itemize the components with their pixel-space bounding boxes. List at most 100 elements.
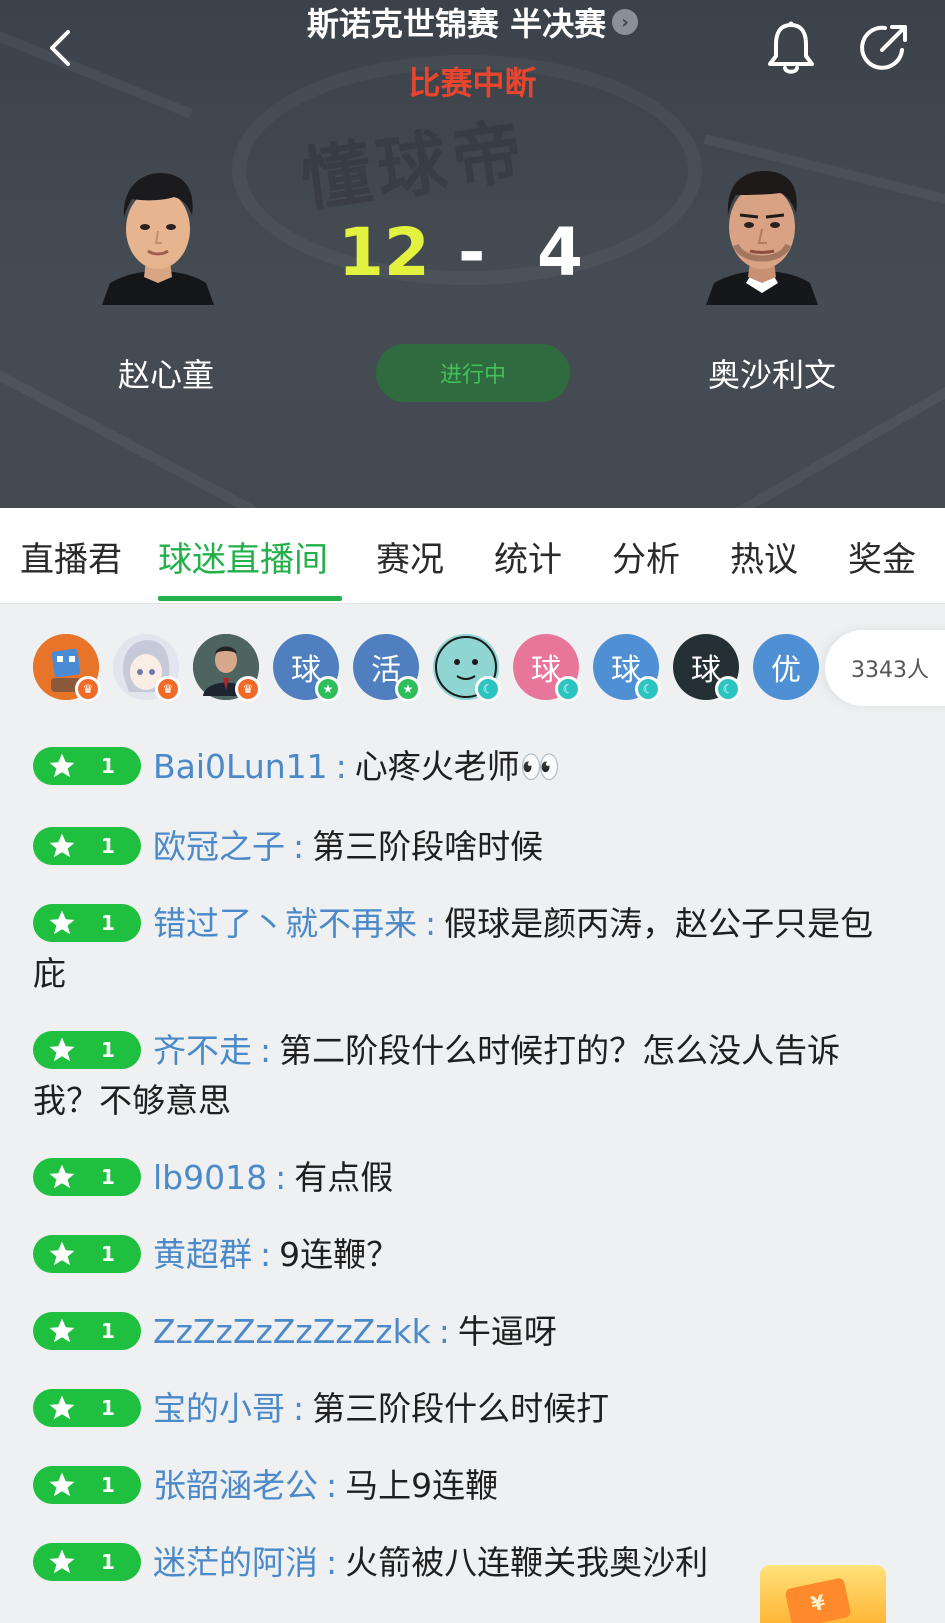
- chat-message: 1 宝的小哥: 第三阶段什么时候打: [33, 1384, 893, 1434]
- crown-icon: ♛: [155, 676, 181, 702]
- active-tab-indicator: [158, 596, 342, 601]
- crown-icon: ♛: [235, 676, 261, 702]
- star-icon: [49, 753, 75, 777]
- chevron-right-icon[interactable]: ›: [612, 9, 639, 35]
- share-icon[interactable]: [858, 20, 912, 74]
- star-icon: [49, 833, 75, 857]
- viewer-avatar[interactable]: 优: [753, 634, 819, 700]
- tab-fan-live-room[interactable]: 球迷直播间: [158, 532, 328, 581]
- match-header: 懂球帝 斯诺克世锦赛 半决赛 › 比赛中断 12 - 4 赵心童 进行中 奥沙利…: [0, 0, 945, 508]
- name-separator: :: [260, 1031, 272, 1070]
- chat-text: 有点假: [294, 1158, 394, 1197]
- star-icon: [49, 1472, 75, 1496]
- name-separator: :: [260, 1235, 272, 1274]
- chat-message: 1 Bai0Lun11: 心疼火老师👀: [33, 742, 893, 792]
- star-icon: [49, 1318, 75, 1342]
- chat-username[interactable]: 宝的小哥: [153, 1389, 285, 1428]
- player-right-name[interactable]: 奥沙利文: [708, 350, 836, 396]
- chat-text: 马上9连鞭: [345, 1466, 499, 1505]
- star-icon: [49, 1241, 75, 1265]
- chat-message: 1 欧冠之子: 第三阶段啥时候: [33, 822, 893, 872]
- yuan-icon: ¥: [784, 1577, 852, 1623]
- moon-badge-icon: ☾: [475, 676, 501, 702]
- name-separator: :: [293, 827, 305, 866]
- star-badge-icon: ★: [315, 676, 341, 702]
- chat-text: 牛逼呀: [457, 1312, 557, 1351]
- live-status-pill: 进行中: [376, 344, 570, 402]
- viewer-avatar[interactable]: ☾: [433, 634, 501, 702]
- chat-message: 1 张韶涵老公: 马上9连鞭: [33, 1461, 893, 1511]
- chat-username[interactable]: 迷茫的阿消: [153, 1543, 318, 1582]
- name-separator: :: [335, 747, 347, 786]
- bell-icon[interactable]: [765, 20, 817, 76]
- user-level-badge: 1: [33, 1030, 141, 1069]
- score-left: 12: [338, 214, 430, 291]
- viewer-avatar[interactable]: ♛: [113, 634, 181, 702]
- name-separator: :: [326, 1543, 338, 1582]
- chat-text: 第三阶段啥时候: [312, 827, 544, 866]
- star-icon: [49, 1395, 75, 1419]
- red-packet-button[interactable]: ¥: [760, 1565, 886, 1623]
- chat-username[interactable]: 错过了丶就不再来: [153, 904, 417, 943]
- tab-stats[interactable]: 统计: [494, 532, 562, 581]
- name-separator: :: [293, 1389, 305, 1428]
- chat-text: 9连鞭？: [279, 1235, 400, 1274]
- viewer-avatar[interactable]: 活 ★: [353, 634, 421, 702]
- name-separator: :: [425, 904, 437, 943]
- chat-username[interactable]: lb9018: [153, 1158, 267, 1197]
- user-level-badge: 1: [33, 1542, 141, 1581]
- moon-badge-icon: ☾: [715, 676, 741, 702]
- chat-username[interactable]: 张韶涵老公: [153, 1466, 318, 1505]
- viewer-avatar[interactable]: ♛: [33, 634, 101, 702]
- star-icon: [49, 1549, 75, 1573]
- tab-bar: 直播君 球迷直播间 赛况 统计 分析 热议 奖金: [0, 508, 945, 604]
- score-separator: -: [458, 214, 486, 291]
- name-separator: :: [326, 1466, 338, 1505]
- moon-badge-icon: ☾: [635, 676, 661, 702]
- match-title[interactable]: 斯诺克世锦赛 半决赛: [307, 0, 606, 45]
- tab-zhiboju[interactable]: 直播君: [20, 532, 122, 581]
- chat-message: 1 齐不走: 第二阶段什么时候打的？怎么没人告诉我？不够意思: [33, 1026, 893, 1126]
- viewer-avatar[interactable]: 球 ☾: [673, 634, 741, 702]
- name-separator: :: [275, 1158, 287, 1197]
- chat-message: 1 lb9018: 有点假: [33, 1153, 893, 1203]
- chat-username[interactable]: Bai0Lun11: [153, 747, 328, 786]
- viewer-avatar[interactable]: 球 ☾: [513, 634, 581, 702]
- viewer-avatar-row: ♛ ♛ ♛ 球 ★ 活 ★ ☾ 球 ☾ 球 ☾ 球 ☾ 优: [0, 630, 945, 710]
- score-right: 4: [537, 214, 583, 291]
- chat-message: 1 错过了丶就不再来: 假球是颜丙涛，赵公子只是包庇: [33, 899, 893, 999]
- user-level-badge: 1: [33, 1234, 141, 1273]
- player-right-photo[interactable]: [706, 165, 818, 305]
- star-icon: [49, 1037, 75, 1061]
- tab-prize-money[interactable]: 奖金: [848, 532, 916, 581]
- chat-username[interactable]: ZzZzZzZzZzZzkk: [153, 1312, 431, 1351]
- tab-hot-discussion[interactable]: 热议: [730, 532, 798, 581]
- online-viewer-count[interactable]: 3343人: [825, 630, 945, 706]
- viewer-avatar[interactable]: 球 ★: [273, 634, 341, 702]
- chat-text: 火箭被八连鞭关我奥沙利: [345, 1543, 709, 1582]
- crown-icon: ♛: [75, 676, 101, 702]
- chat-username[interactable]: 齐不走: [153, 1031, 252, 1070]
- chat-message: 1 黄超群:9连鞭？: [33, 1230, 893, 1280]
- chat-message: 1 ZzZzZzZzZzZzkk: 牛逼呀: [33, 1307, 893, 1357]
- user-level-badge: 1: [33, 826, 141, 865]
- user-level-badge: 1: [33, 1157, 141, 1196]
- name-separator: :: [438, 1312, 450, 1351]
- user-level-badge: 1: [33, 1465, 141, 1504]
- viewer-avatar[interactable]: 球 ☾: [593, 634, 661, 702]
- tab-match-status[interactable]: 赛况: [376, 532, 444, 581]
- avatar-initial: 优: [771, 653, 801, 688]
- viewer-avatar[interactable]: ♛: [193, 634, 261, 702]
- user-level-badge: 1: [33, 1311, 141, 1350]
- moon-badge-icon: ☾: [555, 676, 581, 702]
- user-level-badge: 1: [33, 1388, 141, 1427]
- player-left-name[interactable]: 赵心童: [118, 350, 214, 396]
- chat-username[interactable]: 欧冠之子: [153, 827, 285, 866]
- player-left-photo[interactable]: [102, 165, 214, 305]
- tab-analysis[interactable]: 分析: [612, 532, 680, 581]
- chat-text: 第三阶段什么时候打: [312, 1389, 610, 1428]
- star-icon: [49, 910, 75, 934]
- chat-username[interactable]: 黄超群: [153, 1235, 252, 1274]
- star-icon: [49, 1164, 75, 1188]
- star-badge-icon: ★: [395, 676, 421, 702]
